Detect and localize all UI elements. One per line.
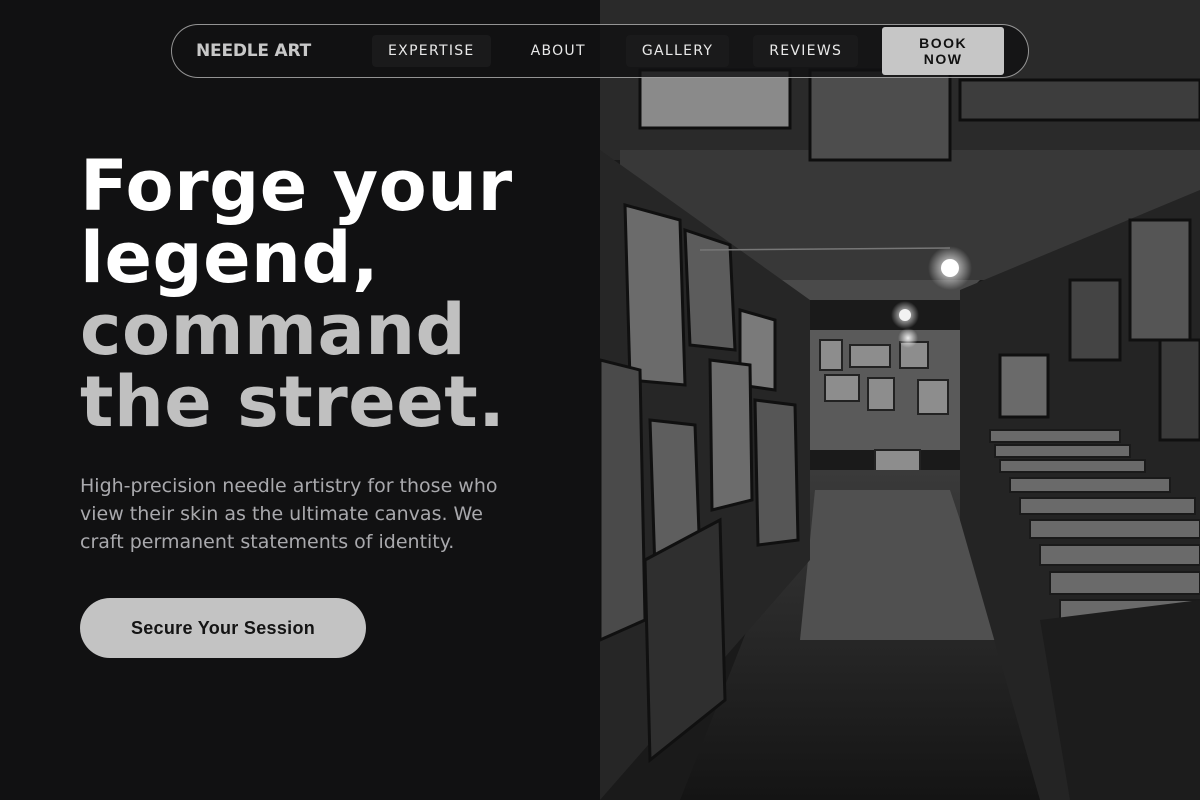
landing-page: NEEDLE ART EXPERTISE ABOUT GALLERY REVIE… (0, 0, 1200, 800)
gallery-corridor-image (600, 0, 1200, 800)
headline-line-4: the street. (80, 361, 506, 443)
brand-logo[interactable]: NEEDLE ART (196, 41, 352, 61)
hero-photo (600, 0, 1200, 800)
nav-link-reviews[interactable]: REVIEWS (753, 35, 859, 67)
nav-link-gallery[interactable]: GALLERY (625, 35, 730, 67)
top-navigation: NEEDLE ART EXPERTISE ABOUT GALLERY REVIE… (171, 24, 1029, 78)
nav-link-expertise[interactable]: EXPERTISE (372, 35, 491, 67)
nav-link-about[interactable]: ABOUT (515, 35, 602, 67)
headline-line-3: command (80, 289, 467, 371)
hero-section: Forge your legend, command the street. H… (80, 150, 580, 658)
secure-session-button[interactable]: Secure Your Session (80, 598, 366, 658)
hero-headline: Forge your legend, command the street. (80, 150, 580, 438)
book-now-button[interactable]: BOOK NOW (882, 27, 1004, 75)
nav-links: EXPERTISE ABOUT GALLERY REVIEWS (372, 35, 882, 67)
hero-subtitle: High-precision needle artistry for those… (80, 475, 498, 553)
headline-line-2: legend, (80, 217, 380, 299)
headline-line-1: Forge your (80, 145, 513, 227)
